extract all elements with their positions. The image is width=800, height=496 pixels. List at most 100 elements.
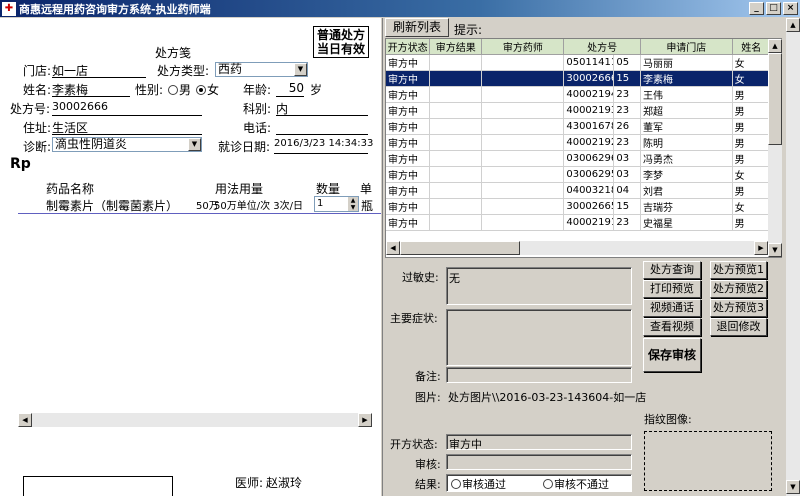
review-pass-radio[interactable]: 审核通过: [451, 476, 506, 492]
drug-table-scrollbar[interactable]: ◀ ▶: [18, 413, 372, 427]
symptom-label: 主要症状:: [390, 312, 438, 325]
scroll-up-icon[interactable]: ▲: [786, 18, 800, 32]
preview3-button[interactable]: 处方预览3: [710, 299, 767, 317]
radio-selected-icon: [196, 85, 206, 95]
table-row[interactable]: 审方中 03006296 03 冯勇杰男: [386, 150, 772, 167]
cell-gender: 女: [732, 70, 772, 87]
prescription-heading: 处方笺: [155, 46, 192, 60]
fingerprint-image: [644, 431, 772, 491]
col-rx-no[interactable]: 处方号: [563, 39, 642, 55]
diagnosis-label: 诊断:: [23, 140, 52, 154]
cell-name: 刘君: [640, 182, 733, 199]
table-row[interactable]: 审方中 40002192 23 陈明男: [386, 134, 772, 151]
type-select[interactable]: 西药 ▼: [215, 62, 308, 77]
scroll-left-icon[interactable]: ◀: [386, 241, 400, 255]
drug-col-name: 药品名称: [46, 182, 95, 196]
review-fail-radio[interactable]: 审核不通过: [543, 476, 609, 492]
minimize-button[interactable]: _: [749, 2, 764, 15]
list-horizontal-scrollbar[interactable]: ◀ ▶: [386, 241, 768, 255]
save-review-button[interactable]: 保存审核: [643, 338, 701, 372]
cell-gender: 女: [732, 54, 772, 71]
cell-status: 审方中: [386, 166, 431, 183]
preview1-button[interactable]: 处方预览1: [710, 261, 767, 279]
age-label: 年龄:: [243, 83, 272, 97]
cell-name: 吉瑞芬: [640, 198, 733, 215]
scroll-right-icon[interactable]: ▶: [754, 241, 768, 255]
cell-store: 15: [613, 70, 642, 87]
result-label: 结果:: [415, 478, 441, 491]
preview2-button[interactable]: 处方预览2: [710, 280, 767, 298]
cell-name: 史福星: [640, 214, 733, 231]
col-review-result[interactable]: 审方结果: [429, 39, 483, 55]
cell-store: 23: [613, 86, 642, 103]
drug-unit: 瓶: [361, 199, 374, 213]
cell-name: 陈明: [640, 134, 733, 151]
table-row[interactable]: 审方中 03006295 03 李梦女: [386, 166, 772, 183]
cell-gender: 男: [732, 134, 772, 151]
table-row[interactable]: 审方中 43001678 26 董军男: [386, 118, 772, 135]
return-edit-button[interactable]: 退回修改: [710, 318, 767, 336]
cell-status: 审方中: [386, 54, 431, 71]
list-vertical-scrollbar[interactable]: ▲ ▼: [768, 39, 782, 257]
cell-pharmacist: [481, 214, 565, 231]
view-video-button[interactable]: 查看视频: [643, 318, 701, 336]
cell-result: [429, 102, 483, 119]
cell-store: 23: [613, 134, 642, 151]
scroll-up-icon[interactable]: ▲: [768, 39, 782, 53]
dept-label: 科别:: [243, 102, 272, 116]
scroll-down-icon[interactable]: ▼: [768, 243, 782, 257]
quantity-stepper[interactable]: 1 ▲ ▼: [314, 196, 359, 212]
gender-female-radio[interactable]: 女: [196, 81, 219, 98]
maximize-button[interactable]: □: [766, 2, 781, 15]
table-row[interactable]: 审方中 30002665 15 吉瑞芬女: [386, 198, 772, 215]
scroll-thumb[interactable]: [400, 241, 520, 255]
chevron-down-icon[interactable]: ▼: [294, 63, 307, 76]
cell-store: 04: [613, 182, 642, 199]
doctor-label: 医师:: [235, 476, 264, 490]
col-pharmacist[interactable]: 审方药师: [481, 39, 565, 55]
image-path-link[interactable]: 处方图片\\2016-03-23-143604-如一店: [448, 389, 646, 405]
cell-gender: 男: [732, 214, 772, 231]
rx-query-button[interactable]: 处方查询: [643, 261, 701, 279]
spin-icon[interactable]: ▲ ▼: [348, 197, 358, 211]
table-row[interactable]: 审方中 40002191 23 史福星男: [386, 214, 772, 231]
scroll-right-icon[interactable]: ▶: [358, 413, 372, 427]
table-row[interactable]: 制霉素片（制霉菌素片） 50万 50万单位/次 3次/日 1 ▲ ▼ 瓶: [18, 196, 381, 214]
note-label: 备注:: [415, 370, 441, 383]
table-row[interactable]: 审方中 40002194 23 王伟男: [386, 86, 772, 103]
col-rx-status[interactable]: 开方状态: [386, 39, 431, 55]
cell-name: 郑超: [640, 102, 733, 119]
video-call-button[interactable]: 视频通话: [643, 299, 701, 317]
col-name[interactable]: 姓名: [732, 39, 772, 55]
cell-store: 15: [613, 198, 642, 215]
allergy-field[interactable]: 无: [446, 267, 632, 305]
cell-status: 审方中: [386, 86, 431, 103]
table-row[interactable]: 审方中 05011411 05 马丽丽女: [386, 54, 772, 71]
scroll-down-icon[interactable]: ▼: [786, 480, 800, 494]
app-window: ✚ 商惠远程用药咨询审方系统-执业药师端 _ □ × 处方笺 普通处方 当日有效…: [0, 0, 800, 496]
address-field: 生活区: [52, 119, 202, 135]
diagnosis-select[interactable]: 滴虫性阴道炎 ▼: [52, 137, 202, 152]
cell-name: 王伟: [640, 86, 733, 103]
gender-male-radio[interactable]: 男: [168, 81, 191, 98]
age-unit: 岁: [310, 83, 323, 97]
cell-rx-no: 40002193: [563, 102, 615, 119]
radio-icon: [168, 85, 178, 95]
close-button[interactable]: ×: [783, 2, 798, 15]
chevron-down-icon[interactable]: ▼: [188, 138, 201, 151]
fingerprint-label: 指纹图像:: [644, 413, 692, 426]
table-row[interactable]: 审方中 04003218 04 刘君男: [386, 182, 772, 199]
cell-pharmacist: [481, 182, 565, 199]
symptom-field[interactable]: [446, 309, 632, 366]
refresh-list-button[interactable]: 刷新列表: [385, 18, 449, 37]
col-store[interactable]: 申请门店: [640, 39, 733, 55]
scroll-thumb[interactable]: [768, 53, 782, 145]
scroll-left-icon[interactable]: ◀: [18, 413, 32, 427]
print-preview-button[interactable]: 打印预览: [643, 280, 701, 298]
table-row[interactable]: 审方中 30002666 15 李素梅女: [386, 70, 772, 87]
table-row[interactable]: 审方中 40002193 23 郑超男: [386, 102, 772, 119]
note-field[interactable]: [446, 367, 632, 383]
drug-col-unit: 单: [360, 182, 373, 196]
panel-vertical-scrollbar[interactable]: ▲ ▼: [786, 18, 800, 496]
review-field[interactable]: [446, 454, 632, 470]
